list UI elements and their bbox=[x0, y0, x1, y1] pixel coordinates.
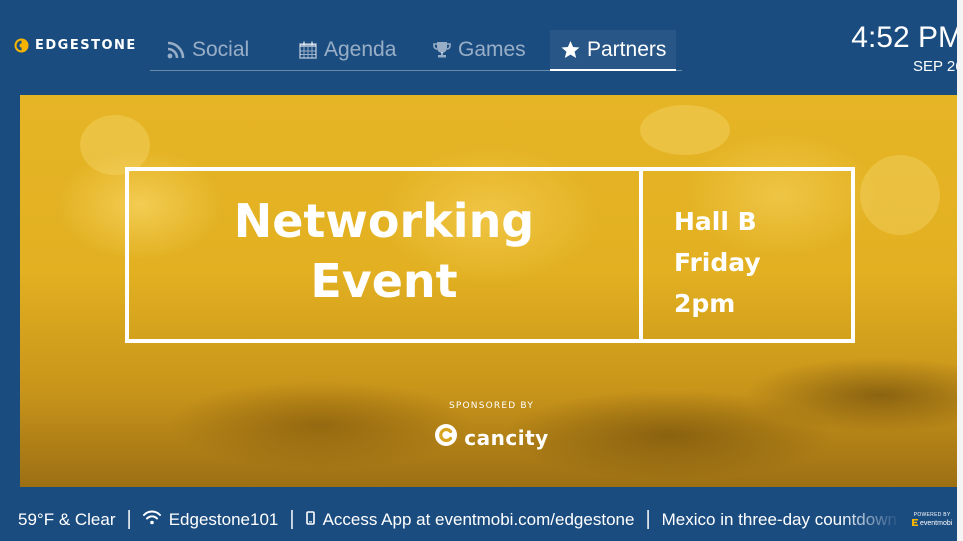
mobile-phone-icon bbox=[305, 510, 315, 530]
ticker-separator: | bbox=[126, 508, 132, 530]
powered-brand-text: eventmobi bbox=[920, 520, 953, 527]
sponsor-name: cancity bbox=[464, 425, 549, 450]
tab-label: Partners bbox=[587, 38, 667, 61]
sponsor-label: SPONSORED BY bbox=[448, 401, 535, 411]
event-hour: 2pm bbox=[674, 289, 736, 318]
calendar-icon bbox=[298, 40, 318, 60]
trophy-icon bbox=[432, 40, 452, 60]
wifi-icon bbox=[142, 510, 161, 530]
nav-tabs: Social Agenda Games Partners bbox=[150, 30, 682, 71]
rss-icon bbox=[166, 40, 186, 60]
ticker-separator: | bbox=[645, 508, 651, 530]
tab-label: Agenda bbox=[324, 38, 397, 61]
current-date: SEP 26 bbox=[913, 58, 963, 75]
powered-by-badge: POWERED BY eventmobi bbox=[912, 512, 952, 528]
event-location: Hall B bbox=[674, 207, 757, 236]
event-title-line: Event bbox=[310, 254, 458, 308]
edgestone-logo: EDGESTONE bbox=[14, 38, 137, 53]
weather-text: 59°F & Clear bbox=[18, 509, 116, 529]
ticker-separator: | bbox=[289, 508, 295, 530]
partner-slide: Networking Event Hall B Friday 2pm SPONS… bbox=[20, 95, 963, 487]
screen-edge bbox=[957, 0, 963, 541]
event-day: Friday bbox=[674, 248, 761, 277]
weather-item: 59°F & Clear bbox=[18, 510, 116, 530]
tab-games[interactable]: Games bbox=[432, 30, 526, 70]
powered-label: POWERED BY bbox=[913, 512, 951, 518]
wifi-text: Edgestone101 bbox=[168, 509, 279, 529]
event-box: Networking Event Hall B Friday 2pm bbox=[125, 167, 855, 343]
powered-brand: eventmobi bbox=[912, 519, 952, 528]
tab-partners[interactable]: Partners bbox=[550, 30, 677, 71]
signage-screen: EDGESTONE Social Agenda Games Partners 4… bbox=[0, 0, 963, 541]
background-blur bbox=[80, 115, 150, 175]
sponsor-logo: cancity bbox=[434, 423, 548, 452]
header: EDGESTONE Social Agenda Games Partners 4… bbox=[0, 0, 963, 92]
star-icon bbox=[560, 40, 581, 60]
background-blur bbox=[860, 155, 940, 235]
background-blur bbox=[640, 105, 730, 155]
app-text: Access App at eventmobi.com/edgestone bbox=[322, 509, 635, 529]
sponsor-block: SPONSORED BY cancity bbox=[20, 401, 963, 452]
event-details: Hall B Friday 2pm bbox=[674, 201, 761, 324]
cancity-logo-icon bbox=[434, 423, 458, 452]
box-divider bbox=[639, 171, 643, 339]
event-title: Networking Event bbox=[129, 191, 639, 311]
tab-label: Social bbox=[192, 38, 250, 61]
event-title-line: Networking bbox=[233, 194, 535, 248]
clock: 4:52 PM SEP 26 bbox=[845, 22, 963, 75]
tab-agenda[interactable]: Agenda bbox=[298, 30, 396, 70]
edgestone-logo-icon bbox=[14, 38, 29, 53]
current-time: 4:52 PM bbox=[851, 22, 963, 54]
ticker-fade bbox=[840, 498, 900, 541]
tab-label: Games bbox=[458, 38, 526, 61]
ticker-content: 59°F & Clear | Edgestone101 | Access App… bbox=[18, 508, 897, 531]
wifi-item: Edgestone101 bbox=[142, 509, 279, 530]
logo-text: EDGESTONE bbox=[35, 38, 137, 53]
tab-social[interactable]: Social bbox=[166, 30, 249, 70]
info-ticker: 59°F & Clear | Edgestone101 | Access App… bbox=[0, 498, 900, 541]
eventmobi-logo-icon bbox=[912, 519, 918, 528]
app-item: Access App at eventmobi.com/edgestone bbox=[305, 509, 635, 530]
